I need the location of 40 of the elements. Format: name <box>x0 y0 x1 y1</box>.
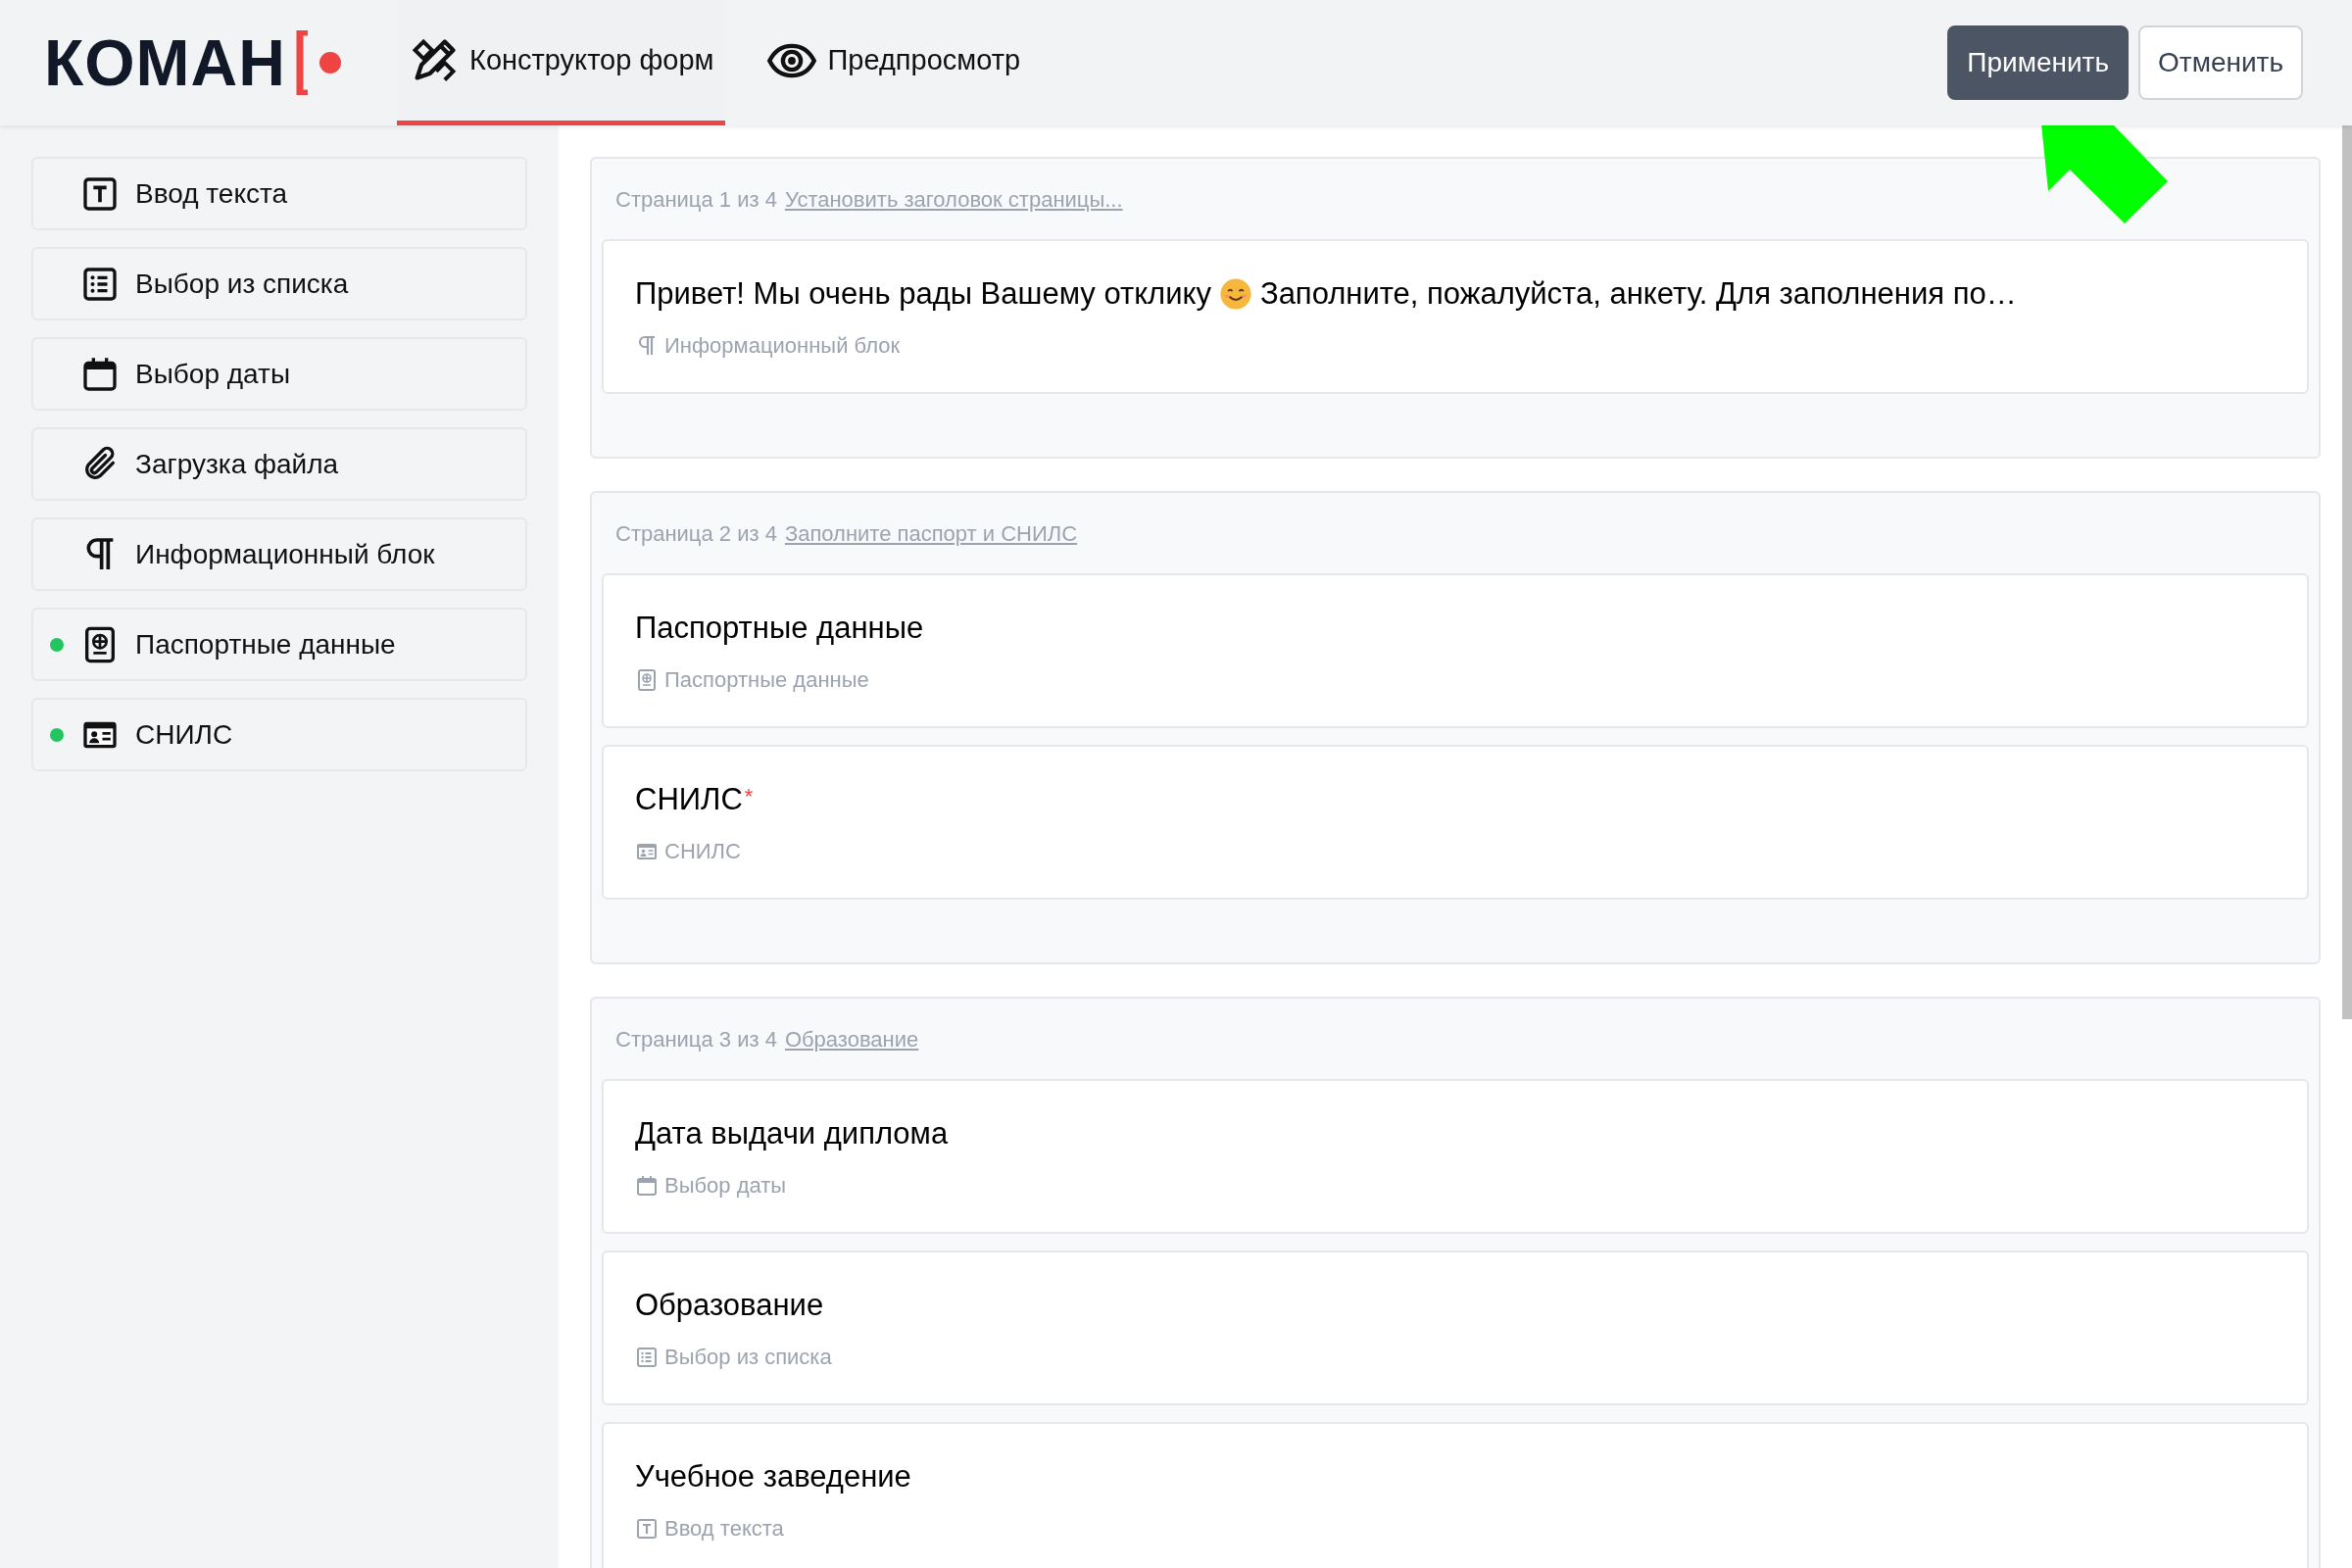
tab[interactable]: Конструктор форм <box>397 0 726 125</box>
field-card[interactable]: Привет! Мы очень рады Вашему отклику Заполните, пожалуйста, анкету. Для заполнения по… Информационный блок <box>602 239 2309 394</box>
field-card[interactable]: Учебное заведение Ввод текста <box>602 1422 2309 1568</box>
field-type-label: Информационный блок <box>664 332 901 360</box>
field-card[interactable]: Образование Выбор из списка <box>602 1250 2309 1405</box>
sidebar-item[interactable]: СНИЛС <box>31 698 527 771</box>
page-counter: Страница 2 из 4 <box>615 519 777 548</box>
passport-icon <box>635 667 659 692</box>
required-mark: * <box>744 783 754 810</box>
field-type-label: Паспортные данные <box>664 666 869 694</box>
page-counter: Страница 1 из 4 <box>615 185 777 214</box>
field-type-label: Выбор даты <box>664 1172 787 1200</box>
field-card[interactable]: Паспортные данные Паспортные данные <box>602 573 2309 728</box>
field-title: Привет! Мы очень рады Вашему отклику <box>635 274 1211 313</box>
field-title: Образование <box>635 1286 824 1324</box>
sidebar-item[interactable]: Ввод текста <box>31 157 527 230</box>
sidebar-item[interactable]: Выбор из списка <box>31 247 527 320</box>
cancel-button[interactable]: Отменить <box>2138 25 2303 100</box>
field-title: СНИЛС <box>635 780 743 818</box>
field-card[interactable]: СНИЛС* СНИЛС <box>602 745 2309 900</box>
text-field-icon <box>635 1516 659 1541</box>
list-icon <box>635 1345 659 1369</box>
field-title: Учебное заведение <box>635 1457 911 1495</box>
sidebar-item[interactable]: Выбор даты <box>31 337 527 411</box>
sidebar-item[interactable]: Паспортные данные <box>31 608 527 681</box>
tab[interactable]: Предпросмотр <box>755 0 1033 125</box>
calendar-icon <box>635 1173 659 1198</box>
field-type-label: Ввод текста <box>664 1515 784 1543</box>
sidebar-item[interactable]: Загрузка файла <box>31 427 527 501</box>
field-title: Паспортные данные <box>635 609 924 647</box>
scrollbar[interactable] <box>2342 125 2352 1019</box>
apply-button[interactable]: Применить <box>1947 25 2130 100</box>
field-card[interactable]: Дата выдачи диплома Выбор даты <box>602 1079 2309 1234</box>
page-counter: Страница 3 из 4 <box>615 1025 777 1054</box>
field-type-label: СНИЛС <box>664 838 741 865</box>
sidebar-item[interactable]: Информационный блок <box>31 517 527 591</box>
field-title: Заполните, пожалуйста, анкету. Для заполнения по… <box>1259 274 2017 313</box>
logo-text: КОМАН <box>44 30 286 95</box>
field-type-label: Выбор из списка <box>664 1344 832 1371</box>
field-title: Дата выдачи диплома <box>635 1114 949 1152</box>
